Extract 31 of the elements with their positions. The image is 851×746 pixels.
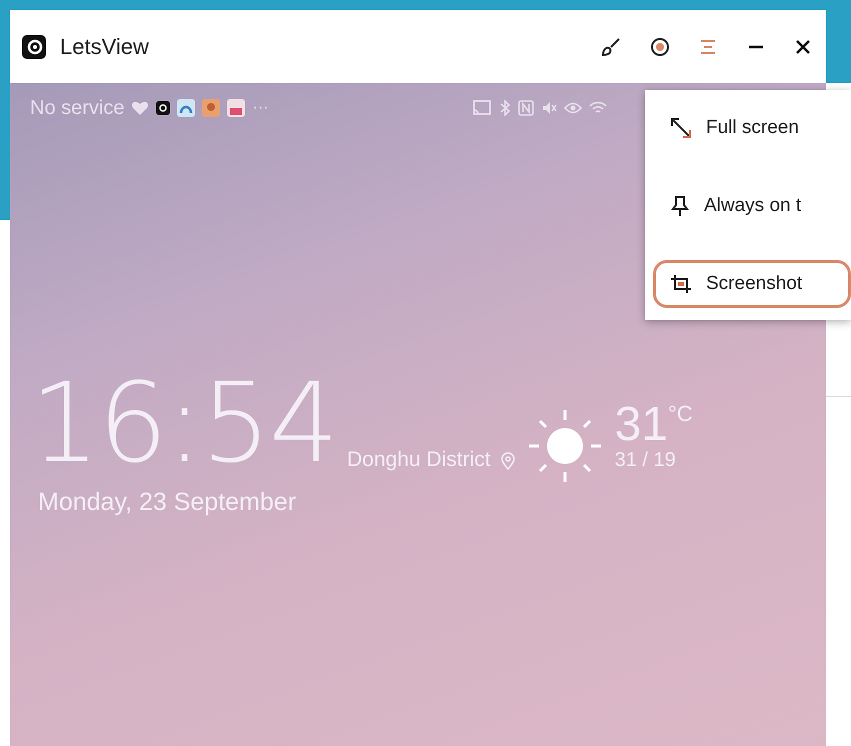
expand-arrow-icon (670, 117, 692, 139)
record-icon[interactable] (650, 36, 670, 56)
app-icon (202, 99, 220, 117)
app-icon (177, 99, 196, 117)
app-logo-icon (22, 34, 46, 58)
bluetooth-icon (499, 100, 512, 116)
location-text: Donghu District (347, 448, 491, 472)
crop-icon (670, 274, 692, 294)
app-icon (227, 99, 246, 117)
menu-item[interactable]: Screenshot (653, 260, 851, 308)
camera-icon (156, 101, 170, 115)
close-icon[interactable] (794, 38, 812, 56)
menu-item[interactable]: Full screen (653, 104, 851, 152)
clock-time: 16:54 (30, 368, 338, 478)
location-pin-icon (500, 452, 515, 470)
nfc-icon (518, 100, 534, 116)
eye-icon (564, 101, 582, 115)
pin-icon (670, 195, 690, 217)
window-title: LetsView (60, 34, 150, 60)
menu-item[interactable]: Always on t (653, 182, 851, 230)
cast-icon (472, 100, 492, 116)
temperature-unit: °C (668, 401, 693, 427)
brush-icon[interactable] (600, 36, 622, 58)
heart-icon (131, 100, 150, 116)
date-text: Monday, 23 September (37, 488, 298, 517)
temperature-text: 31 (614, 401, 668, 449)
temperature-range: 31 / 19 (614, 449, 677, 472)
mute-icon (541, 100, 558, 116)
more-notifications-text: ··· (252, 99, 268, 117)
carrier-text: No service (30, 96, 124, 120)
menu-icon[interactable] (698, 38, 718, 56)
